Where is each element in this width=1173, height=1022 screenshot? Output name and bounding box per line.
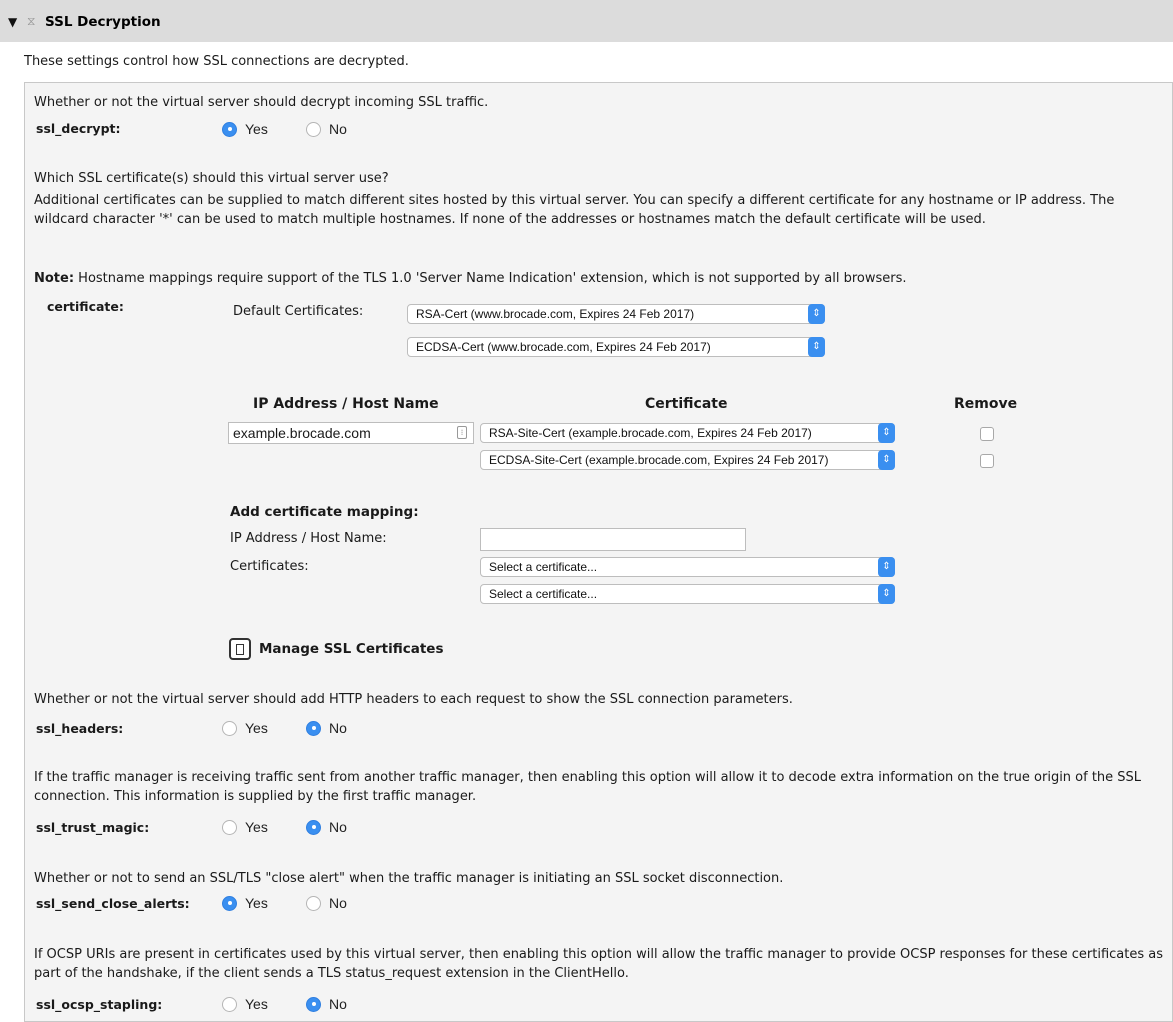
radio-unchecked[interactable]	[222, 819, 237, 835]
section-header[interactable]: ▼ ⧖ SSL Decryption	[0, 0, 1173, 42]
drag-handle-icon[interactable]: ⧖	[27, 14, 35, 29]
ssl-decrypt-no-radio[interactable]: No	[306, 121, 347, 137]
ssl-decrypt-label: ssl_decrypt:	[36, 121, 121, 136]
manage-certificates-link[interactable]: Manage SSL Certificates	[259, 641, 444, 657]
remove-checkbox[interactable]	[980, 454, 994, 468]
select-value: RSA-Site-Cert (example.brocade.com, Expi…	[489, 426, 812, 440]
certificate-question: Which SSL certificate(s) should this vir…	[34, 171, 389, 186]
radio-checked[interactable]	[306, 819, 321, 835]
add-mapping-certs-label: Certificates:	[230, 559, 309, 574]
default-cert-select-rsa[interactable]: RSA-Cert (www.brocade.com, Expires 24 Fe…	[407, 304, 825, 324]
select-value: ECDSA-Cert (www.brocade.com, Expires 24 …	[416, 340, 711, 354]
ssl-send-close-alerts-label: ssl_send_close_alerts:	[36, 896, 190, 911]
autofill-icon[interactable]: ⁝	[457, 426, 467, 439]
radio-label: No	[329, 720, 347, 736]
ssl-headers-no-radio[interactable]: No	[306, 720, 347, 736]
ssl-send-close-alerts-description: Whether or not to send an SSL/TLS "close…	[34, 871, 784, 886]
add-mapping-host-input[interactable]	[480, 528, 746, 551]
ssl-send-close-alerts-yes-radio[interactable]: Yes	[222, 895, 268, 911]
radio-label: Yes	[245, 720, 268, 736]
note-label: Note:	[34, 271, 75, 286]
mapping-cert-select-rsa[interactable]: RSA-Site-Cert (example.brocade.com, Expi…	[480, 423, 895, 443]
radio-label: Yes	[245, 819, 268, 835]
radio-checked[interactable]	[306, 996, 321, 1012]
remove-checkbox[interactable]	[980, 427, 994, 441]
note-text: Hostname mappings require support of the…	[74, 271, 907, 286]
ssl-ocsp-stapling-label: ssl_ocsp_stapling:	[36, 997, 163, 1012]
manage-certificates-icon[interactable]	[229, 638, 251, 660]
ssl-trust-magic-label: ssl_trust_magic:	[36, 820, 150, 835]
radio-label: No	[329, 895, 347, 911]
default-certificates-label: Default Certificates:	[233, 304, 364, 319]
select-value: Select a certificate...	[489, 587, 598, 601]
ssl-send-close-alerts-no-radio[interactable]: No	[306, 895, 347, 911]
ssl-trust-magic-description: If the traffic manager is receiving traf…	[34, 770, 1142, 804]
mapping-cert-select-ecdsa[interactable]: ECDSA-Site-Cert (example.brocade.com, Ex…	[480, 450, 895, 470]
radio-label: No	[329, 819, 347, 835]
ssl-decrypt-description: Whether or not the virtual server should…	[34, 95, 489, 110]
radio-checked[interactable]	[306, 720, 321, 736]
settings-panel: Whether or not the virtual server should…	[24, 82, 1173, 1022]
host-column-header: IP Address / Host Name	[253, 396, 439, 412]
section-intro: These settings control how SSL connectio…	[24, 54, 409, 69]
ssl-headers-label: ssl_headers:	[36, 721, 124, 736]
radio-label: Yes	[245, 996, 268, 1012]
select-arrows-icon: ⇕	[878, 584, 895, 604]
ssl-ocsp-stapling-yes-radio[interactable]: Yes	[222, 996, 268, 1012]
select-arrows-icon: ⇕	[808, 337, 825, 357]
certificate-note: Note: Hostname mappings require support …	[34, 269, 1164, 288]
add-mapping-cert-select-1[interactable]: Select a certificate... ⇕	[480, 557, 895, 577]
section-title: SSL Decryption	[45, 14, 161, 30]
ssl-trust-magic-no-radio[interactable]: No	[306, 819, 347, 835]
default-cert-select-ecdsa[interactable]: ECDSA-Cert (www.brocade.com, Expires 24 …	[407, 337, 825, 357]
input-value: example.brocade.com	[233, 425, 371, 441]
add-mapping-cert-select-2[interactable]: Select a certificate... ⇕	[480, 584, 895, 604]
radio-label: No	[329, 121, 347, 137]
ssl-trust-magic-yes-radio[interactable]: Yes	[222, 819, 268, 835]
select-value: Select a certificate...	[489, 560, 598, 574]
radio-checked[interactable]	[222, 121, 237, 137]
radio-unchecked[interactable]	[306, 121, 321, 137]
add-mapping-title: Add certificate mapping:	[230, 504, 419, 520]
ssl-headers-description: Whether or not the virtual server should…	[34, 692, 793, 707]
collapse-triangle-icon[interactable]: ▼	[8, 15, 17, 29]
select-arrows-icon: ⇕	[808, 304, 825, 324]
certificate-label: certificate:	[47, 299, 124, 314]
radio-unchecked[interactable]	[222, 720, 237, 736]
radio-label: No	[329, 996, 347, 1012]
ssl-ocsp-stapling-no-radio[interactable]: No	[306, 996, 347, 1012]
remove-column-header: Remove	[954, 396, 1018, 412]
radio-checked[interactable]	[222, 895, 237, 911]
select-arrows-icon: ⇕	[878, 557, 895, 577]
radio-label: Yes	[245, 895, 268, 911]
select-value: ECDSA-Site-Cert (example.brocade.com, Ex…	[489, 453, 829, 467]
mapping-host-input[interactable]: example.brocade.com ⁝	[228, 422, 474, 444]
add-mapping-host-label: IP Address / Host Name:	[230, 531, 387, 546]
radio-unchecked[interactable]	[306, 895, 321, 911]
ssl-decrypt-yes-radio[interactable]: Yes	[222, 121, 268, 137]
ssl-ocsp-stapling-description: If OCSP URIs are present in certificates…	[34, 947, 1163, 981]
ssl-headers-yes-radio[interactable]: Yes	[222, 720, 268, 736]
certificate-description: Additional certificates can be supplied …	[34, 193, 1115, 227]
radio-label: Yes	[245, 121, 268, 137]
select-arrows-icon: ⇕	[878, 450, 895, 470]
select-arrows-icon: ⇕	[878, 423, 895, 443]
radio-unchecked[interactable]	[222, 996, 237, 1012]
certificate-column-header: Certificate	[645, 396, 728, 412]
select-value: RSA-Cert (www.brocade.com, Expires 24 Fe…	[416, 307, 695, 321]
